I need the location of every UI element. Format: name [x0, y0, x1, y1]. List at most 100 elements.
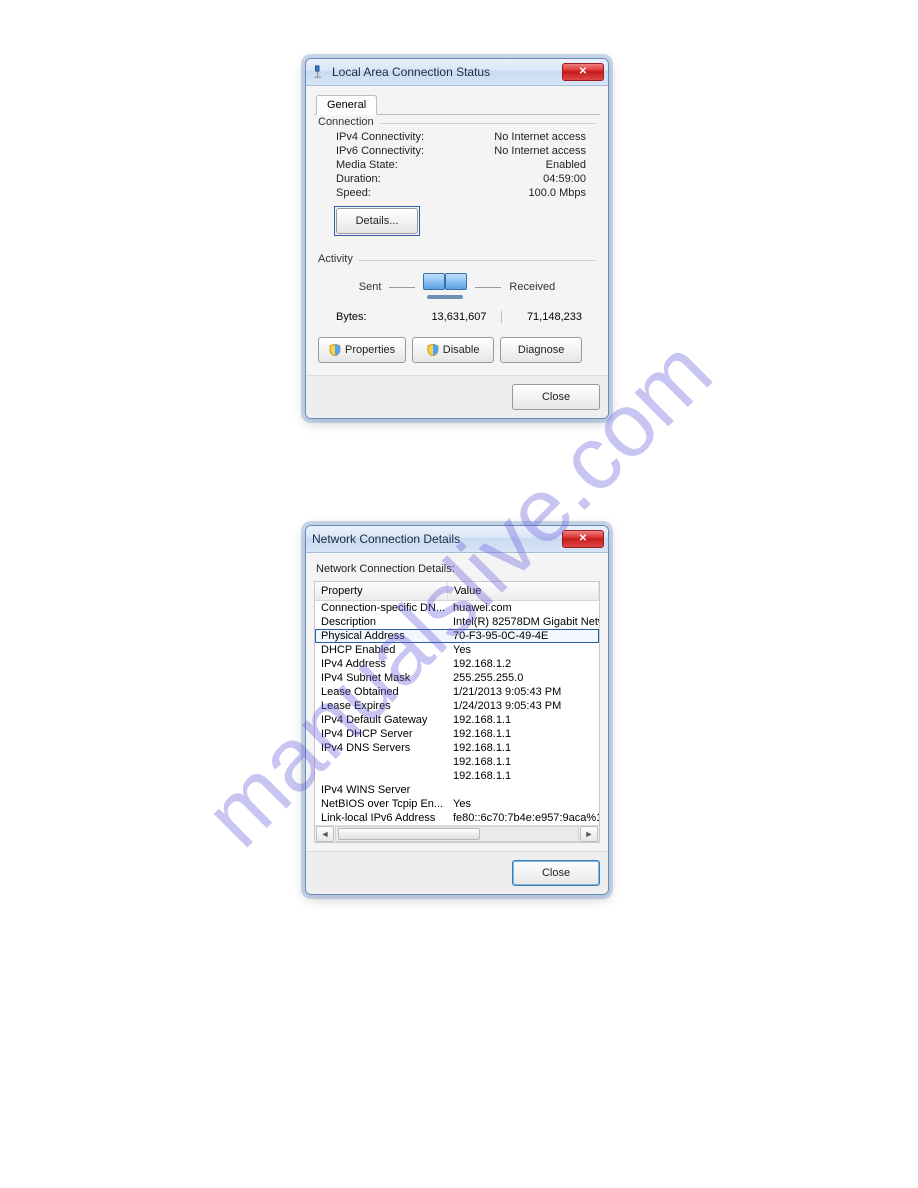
value-cell: 192.168.1.1	[447, 769, 599, 783]
property-cell: Description	[315, 615, 447, 629]
media-value: Enabled	[546, 159, 586, 171]
group-connection: Connection IPv4 Connectivity:No Internet…	[318, 123, 596, 238]
horizontal-scrollbar[interactable]: ◄ ►	[315, 825, 599, 842]
table-row[interactable]: Lease Obtained1/21/2013 9:05:43 PM	[315, 685, 599, 699]
duration-label: Duration:	[336, 173, 381, 185]
property-cell: NetBIOS over Tcpip En...	[315, 797, 447, 811]
dialog-footer: Close	[306, 375, 608, 418]
property-cell: Lease Obtained	[315, 685, 447, 699]
window-title: Network Connection Details	[312, 532, 562, 546]
close-dialog-button[interactable]: Close	[512, 384, 600, 410]
property-cell: Connection-specific DN...	[315, 601, 447, 615]
divider-line	[389, 287, 415, 288]
table-row[interactable]: 192.168.1.1	[315, 769, 599, 783]
speed-label: Speed:	[336, 187, 371, 199]
table-row[interactable]: IPv4 Subnet Mask255.255.255.0	[315, 671, 599, 685]
value-cell: fe80::6c70:7b4e:e957:9aca%12	[447, 811, 599, 825]
details-label: Network Connection Details:	[316, 563, 598, 575]
media-label: Media State:	[336, 159, 398, 171]
close-button[interactable]: ✕	[562, 63, 604, 81]
close-icon: ✕	[579, 534, 587, 544]
property-cell: Link-local IPv6 Address	[315, 811, 447, 825]
shield-icon	[329, 344, 341, 356]
duration-value: 04:59:00	[543, 173, 586, 185]
value-cell: 192.168.1.1	[447, 741, 599, 755]
dialog-footer: Close	[306, 851, 608, 894]
property-cell: IPv4 Address	[315, 657, 447, 671]
divider-line	[475, 287, 501, 288]
value-cell: 1/21/2013 9:05:43 PM	[447, 685, 599, 699]
value-cell: 70-F3-95-0C-49-4E	[447, 629, 599, 643]
table-row[interactable]: Connection-specific DN...huawei.com	[315, 601, 599, 615]
table-row[interactable]: NetBIOS over Tcpip En...Yes	[315, 797, 599, 811]
table-row[interactable]: Link-local IPv6 Addressfe80::6c70:7b4e:e…	[315, 811, 599, 825]
table-row[interactable]: DHCP EnabledYes	[315, 643, 599, 657]
table-row[interactable]: IPv4 Default Gateway192.168.1.1	[315, 713, 599, 727]
disable-button-label: Disable	[443, 344, 480, 356]
scroll-track[interactable]	[335, 826, 579, 842]
close-button[interactable]: ✕	[562, 530, 604, 548]
bytes-label: Bytes:	[336, 311, 406, 323]
tab-general[interactable]: General	[316, 95, 377, 115]
group-activity-legend: Activity	[318, 253, 359, 265]
grid-body: Connection-specific DN...huawei.comDescr…	[315, 601, 599, 825]
bytes-received-value: 71,148,233	[502, 311, 587, 323]
details-button[interactable]: Details...	[336, 208, 418, 234]
value-cell: Yes	[447, 643, 599, 657]
value-cell: 192.168.1.1	[447, 713, 599, 727]
value-cell	[447, 783, 599, 797]
diagnose-button[interactable]: Diagnose	[500, 337, 582, 363]
value-cell: 192.168.1.1	[447, 755, 599, 769]
bytes-sent-value: 13,631,607	[406, 311, 502, 323]
property-cell: Lease Expires	[315, 699, 447, 713]
value-cell: 192.168.1.1	[447, 727, 599, 741]
details-grid: Property Value Connection-specific DN...…	[314, 581, 600, 843]
value-cell: Intel(R) 82578DM Gigabit Network Co	[447, 615, 599, 629]
property-cell: Physical Address	[315, 629, 447, 643]
table-row[interactable]: IPv4 DHCP Server192.168.1.1	[315, 727, 599, 741]
group-activity: Activity Sent Received Bytes: 13,631,607…	[318, 260, 596, 325]
grid-header: Property Value	[315, 582, 599, 601]
property-cell: IPv4 Default Gateway	[315, 713, 447, 727]
activity-monitors-icon	[423, 271, 467, 303]
property-cell: DHCP Enabled	[315, 643, 447, 657]
property-cell: IPv4 WINS Server	[315, 783, 447, 797]
scroll-thumb[interactable]	[338, 828, 480, 840]
table-row[interactable]: IPv4 WINS Server	[315, 783, 599, 797]
speed-value: 100.0 Mbps	[529, 187, 586, 199]
ipv6-label: IPv6 Connectivity:	[336, 145, 424, 157]
tab-strip: General	[314, 92, 600, 115]
sent-label: Sent	[359, 281, 382, 293]
shield-icon	[427, 344, 439, 356]
table-row[interactable]: IPv4 Address192.168.1.2	[315, 657, 599, 671]
col-value[interactable]: Value	[448, 582, 599, 600]
titlebar[interactable]: Network Connection Details ✕	[306, 526, 608, 553]
network-adapter-icon	[312, 65, 326, 79]
ipv6-value: No Internet access	[494, 145, 586, 157]
connection-status-dialog: Local Area Connection Status ✕ General C…	[305, 58, 609, 419]
col-property[interactable]: Property	[315, 582, 448, 600]
value-cell: 192.168.1.2	[447, 657, 599, 671]
group-connection-legend: Connection	[318, 116, 380, 128]
property-cell: IPv4 DNS Servers	[315, 741, 447, 755]
value-cell: 1/24/2013 9:05:43 PM	[447, 699, 599, 713]
property-cell: IPv4 DHCP Server	[315, 727, 447, 741]
table-row[interactable]: DescriptionIntel(R) 82578DM Gigabit Netw…	[315, 615, 599, 629]
connection-details-dialog: Network Connection Details ✕ Network Con…	[305, 525, 609, 895]
property-cell	[315, 755, 447, 769]
table-row[interactable]: 192.168.1.1	[315, 755, 599, 769]
titlebar[interactable]: Local Area Connection Status ✕	[306, 59, 608, 86]
ipv4-value: No Internet access	[494, 131, 586, 143]
disable-button[interactable]: Disable	[412, 337, 494, 363]
properties-button[interactable]: Properties	[318, 337, 406, 363]
scroll-left-icon[interactable]: ◄	[316, 826, 334, 842]
details-button-highlight: Details...	[334, 206, 420, 236]
value-cell: 255.255.255.0	[447, 671, 599, 685]
close-dialog-button[interactable]: Close	[512, 860, 600, 886]
scroll-right-icon[interactable]: ►	[580, 826, 598, 842]
table-row[interactable]: Physical Address70-F3-95-0C-49-4E	[315, 629, 599, 643]
table-row[interactable]: IPv4 DNS Servers192.168.1.1	[315, 741, 599, 755]
property-cell: IPv4 Subnet Mask	[315, 671, 447, 685]
received-label: Received	[509, 281, 555, 293]
table-row[interactable]: Lease Expires1/24/2013 9:05:43 PM	[315, 699, 599, 713]
